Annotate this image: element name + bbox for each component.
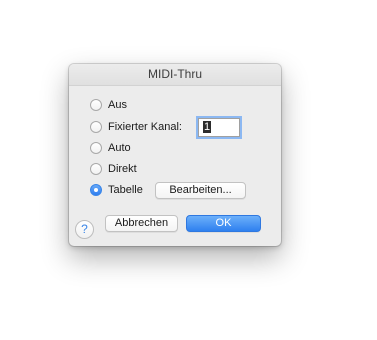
option-direkt[interactable]: Direkt: [90, 161, 137, 177]
radio-fixed-channel[interactable]: [90, 121, 102, 133]
midi-thru-dialog: MIDI-Thru Aus Fixierter Kanal: 1 Auto Di…: [69, 64, 281, 246]
channel-input[interactable]: 1: [198, 118, 240, 137]
radio-tabelle[interactable]: [90, 184, 102, 196]
option-tabelle[interactable]: Tabelle: [90, 182, 143, 198]
option-fixed-channel-label: Fixierter Kanal:: [108, 121, 182, 133]
option-direkt-label: Direkt: [108, 163, 137, 175]
dialog-title: MIDI-Thru: [69, 64, 281, 86]
option-aus-label: Aus: [108, 99, 127, 111]
edit-button[interactable]: Bearbeiten...: [155, 182, 246, 199]
cancel-button[interactable]: Abbrechen: [105, 215, 178, 232]
question-mark-icon[interactable]: ?: [75, 220, 94, 239]
radio-aus[interactable]: [90, 99, 102, 111]
radio-direkt[interactable]: [90, 163, 102, 175]
option-aus[interactable]: Aus: [90, 97, 127, 113]
option-auto[interactable]: Auto: [90, 140, 131, 156]
help-glyph: ?: [81, 222, 88, 236]
channel-input-value: 1: [203, 121, 212, 133]
option-tabelle-label: Tabelle: [108, 184, 143, 196]
ok-button[interactable]: OK: [186, 215, 261, 232]
option-fixed-channel[interactable]: Fixierter Kanal:: [90, 119, 182, 135]
option-auto-label: Auto: [108, 142, 131, 154]
radio-auto[interactable]: [90, 142, 102, 154]
